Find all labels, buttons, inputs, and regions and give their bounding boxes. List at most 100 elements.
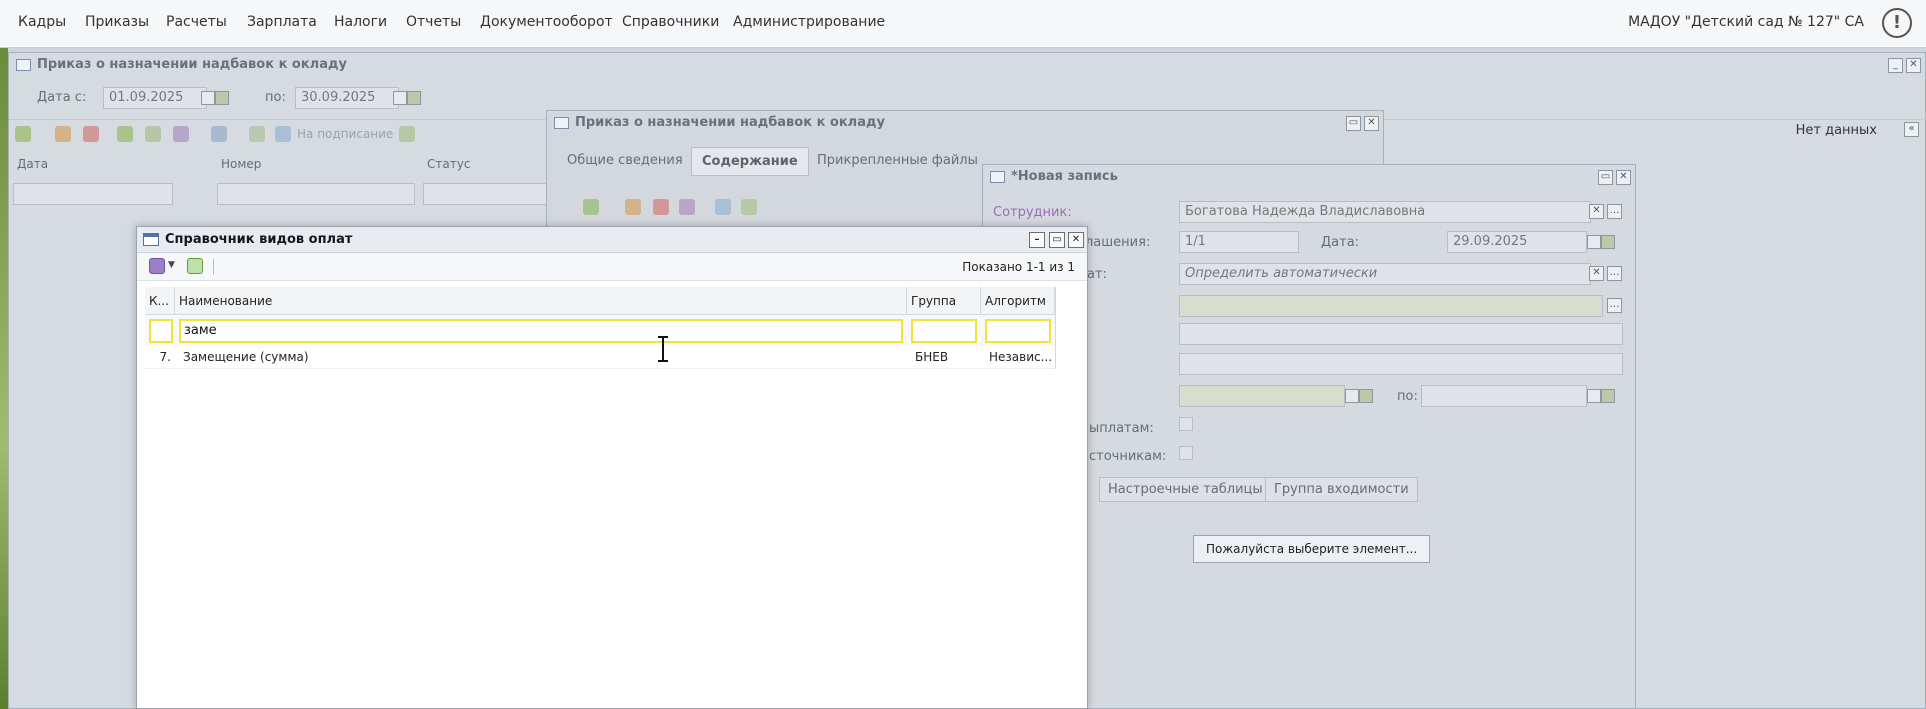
- filter-row: заме: [145, 315, 1055, 345]
- dialog-title-text: Справочник видов оплат: [165, 232, 353, 247]
- menu-item-administrirovanie[interactable]: Администрирование: [733, 14, 885, 30]
- sign-icon[interactable]: [275, 126, 291, 142]
- maximize-icon[interactable]: ▭: [1346, 116, 1361, 131]
- close-icon[interactable]: ✕: [1068, 232, 1084, 248]
- number-filter-field[interactable]: [217, 183, 415, 205]
- column-header-algorithm[interactable]: Алгоритм: [981, 287, 1055, 315]
- new-record-window-title: *Новая запись: [983, 165, 1635, 191]
- payments-checkbox[interactable]: [1179, 417, 1193, 431]
- tab-content[interactable]: Содержание: [691, 147, 809, 176]
- period-to-field[interactable]: [1421, 385, 1587, 407]
- column-header-status[interactable]: Статус: [427, 157, 470, 171]
- maximize-icon[interactable]: ▭: [1598, 170, 1613, 185]
- window-icon: [990, 171, 1005, 183]
- column-header-group[interactable]: Группа: [907, 287, 981, 315]
- date-filter-field[interactable]: [13, 183, 173, 205]
- close-icon[interactable]: ✕: [1906, 58, 1921, 73]
- export-icon[interactable]: [249, 126, 265, 142]
- menu-item-dokumentooborot[interactable]: Документооборот: [480, 14, 613, 30]
- copy-icon[interactable]: [715, 199, 731, 215]
- column-header-name[interactable]: Наименование: [175, 287, 907, 315]
- date-to-label: по:: [265, 90, 286, 105]
- settings-icon[interactable]: [173, 126, 189, 142]
- code-filter-input[interactable]: [149, 319, 173, 343]
- payments-checkbox-label: ыплатам:: [1089, 421, 1154, 436]
- agreement-label: лашения:: [1085, 235, 1151, 250]
- refresh-icon[interactable]: [399, 126, 415, 142]
- employee-field[interactable]: Богатова Надежда Владиславовна: [1179, 201, 1591, 223]
- date-to-field[interactable]: 30.09.2025: [295, 87, 399, 109]
- record-date-calendar-icon[interactable]: [1587, 231, 1619, 253]
- date-to-calendar-icon[interactable]: [393, 87, 425, 109]
- more-icon[interactable]: …: [1607, 204, 1622, 219]
- column-header-code[interactable]: К...: [145, 287, 175, 315]
- menu-item-otchety[interactable]: Отчеты: [406, 14, 461, 30]
- date-from-field[interactable]: 01.09.2025: [103, 87, 207, 109]
- delete-icon[interactable]: [83, 126, 99, 142]
- payment-type-field[interactable]: Определить автоматически: [1179, 263, 1591, 285]
- more-icon[interactable]: …: [1607, 266, 1622, 281]
- refresh-icon[interactable]: [741, 199, 757, 215]
- order-title-text: Приказ о назначении надбавок к окладу: [575, 115, 885, 130]
- menu-item-spravochniki[interactable]: Справочники: [622, 14, 719, 30]
- employee-label: Сотрудник:: [993, 205, 1072, 220]
- records-shown-count: Показано 1-1 из 1: [962, 260, 1075, 274]
- new-record-title-text: *Новая запись: [1011, 169, 1118, 184]
- name-filter-input[interactable]: заме: [179, 319, 903, 343]
- minimize-icon[interactable]: –: [1029, 232, 1045, 248]
- menu-item-prikazy[interactable]: Приказы: [85, 14, 149, 30]
- print-icon[interactable]: [211, 126, 227, 142]
- tab-inclusion-group[interactable]: Группа входимости: [1265, 477, 1418, 502]
- window-icon: [143, 233, 159, 246]
- check-icon[interactable]: [145, 126, 161, 142]
- record-date-field[interactable]: 29.09.2025: [1447, 231, 1587, 253]
- period-to-label: по:: [1397, 389, 1418, 404]
- approve-icon[interactable]: [117, 126, 133, 142]
- period-from-field[interactable]: [1179, 385, 1345, 407]
- menu-item-kadry[interactable]: Кадры: [18, 14, 66, 30]
- close-icon[interactable]: ✕: [1616, 170, 1631, 185]
- date-from-calendar-icon[interactable]: [201, 87, 233, 109]
- menu-item-zarplata[interactable]: Зарплата: [247, 14, 317, 30]
- algorithm-filter-input[interactable]: [985, 319, 1051, 343]
- group-filter-input[interactable]: [911, 319, 977, 343]
- settings-icon[interactable]: [149, 258, 165, 274]
- edit-icon[interactable]: [625, 199, 641, 215]
- table-row[interactable]: 7. Замещение (сумма) БНЕВ Независ...: [145, 345, 1055, 369]
- more-icon[interactable]: …: [1607, 298, 1622, 313]
- toolbar-separator: [213, 259, 214, 275]
- tab-general[interactable]: Общие сведения: [567, 153, 683, 168]
- value-field[interactable]: [1179, 295, 1603, 317]
- extra-field-1[interactable]: [1179, 323, 1623, 345]
- delete-icon[interactable]: [653, 199, 669, 215]
- settings-dropdown-icon[interactable]: ▼: [168, 260, 175, 270]
- alert-icon[interactable]: !: [1882, 8, 1912, 38]
- clear-icon[interactable]: ✕: [1589, 204, 1604, 219]
- add-icon[interactable]: [583, 199, 599, 215]
- minimize-icon[interactable]: _: [1888, 58, 1903, 73]
- sources-checkbox[interactable]: [1179, 446, 1193, 460]
- maximize-icon[interactable]: ▭: [1049, 232, 1065, 248]
- extra-field-2[interactable]: [1179, 353, 1623, 375]
- agreement-field[interactable]: 1/1: [1179, 231, 1299, 253]
- text-cursor-icon: [658, 336, 668, 362]
- status-filter-field[interactable]: [423, 183, 553, 205]
- menu-item-nalogi[interactable]: Налоги: [334, 14, 387, 30]
- column-header-number[interactable]: Номер: [221, 157, 261, 171]
- period-to-calendar-icon[interactable]: [1587, 385, 1619, 407]
- collapse-panel-icon[interactable]: «: [1904, 122, 1919, 137]
- select-element-prompt: Пожалуйста выберите элемент...: [1193, 535, 1431, 563]
- menu-item-raschety[interactable]: Расчеты: [166, 14, 227, 30]
- add-icon[interactable]: [15, 126, 31, 142]
- column-header-date[interactable]: Дата: [17, 157, 48, 171]
- payment-type-label: ат:: [1087, 267, 1107, 282]
- tab-settings-tables[interactable]: Настроечные таблицы: [1099, 477, 1272, 502]
- clear-icon[interactable]: ✕: [1589, 266, 1604, 281]
- edit-icon[interactable]: [55, 126, 71, 142]
- tab-attached-files[interactable]: Прикрепленные файлы: [817, 153, 978, 168]
- refresh-icon[interactable]: [187, 258, 203, 274]
- close-icon[interactable]: ✕: [1364, 116, 1379, 131]
- settings-icon[interactable]: [679, 199, 695, 215]
- sign-button-label[interactable]: На подписание: [297, 127, 393, 141]
- period-from-calendar-icon[interactable]: [1345, 385, 1377, 407]
